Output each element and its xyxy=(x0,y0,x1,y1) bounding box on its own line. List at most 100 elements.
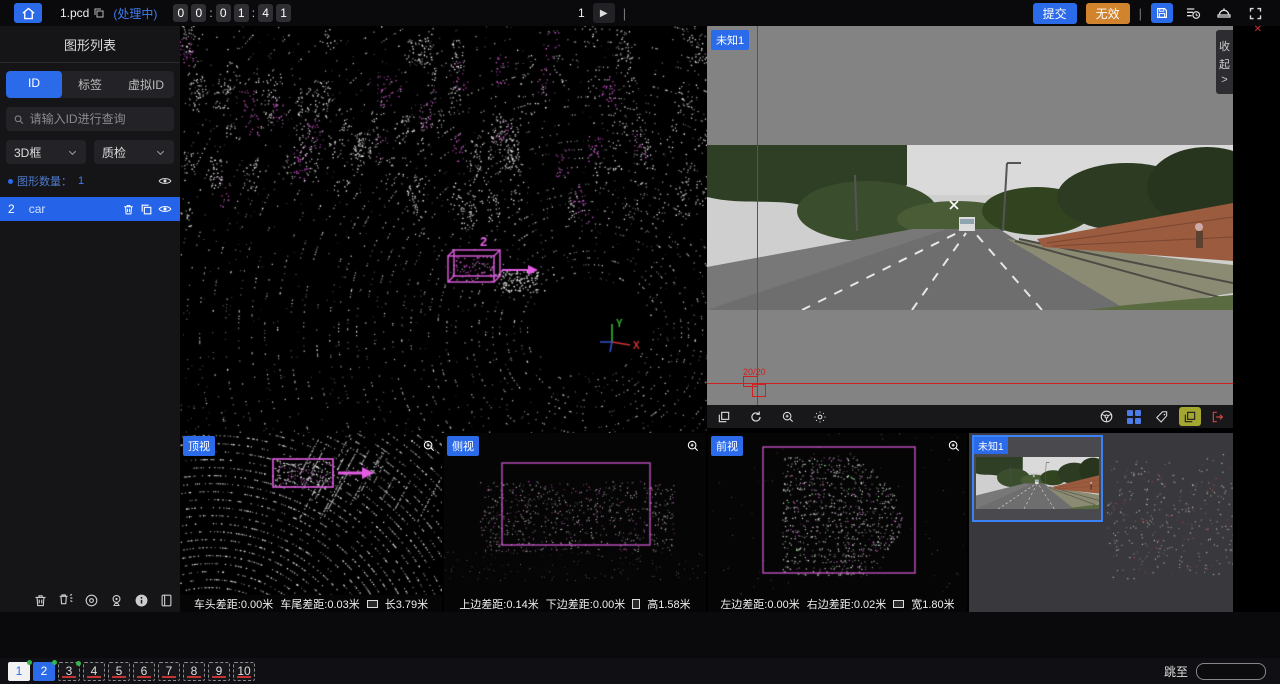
length-rect-icon xyxy=(367,600,378,608)
save-icon xyxy=(1155,6,1169,20)
thumbnail-photo xyxy=(976,457,1099,509)
tag-icon xyxy=(1155,410,1169,424)
journal-icon[interactable] xyxy=(159,593,174,608)
zoom-in-button[interactable] xyxy=(777,407,799,426)
info-icon[interactable] xyxy=(134,593,149,608)
save-button[interactable] xyxy=(1151,3,1173,23)
duplicate-icon[interactable] xyxy=(140,203,153,216)
webcam-icon[interactable] xyxy=(109,593,124,608)
separator: | xyxy=(623,6,626,21)
batch-delete-icon[interactable] xyxy=(58,592,74,608)
shape-list-title: 图形列表 xyxy=(0,26,180,63)
tab-virtual-id[interactable]: 虚拟ID xyxy=(118,71,174,98)
play-icon: ▶ xyxy=(600,8,608,19)
front-view-measurements: 左边差距:0.00米 右边差距:0.02米 宽1.80米 xyxy=(708,595,967,612)
collapse-panel-button[interactable]: 收 起 > xyxy=(1216,30,1233,94)
zoom-in-icon xyxy=(781,410,795,424)
shape-type-select[interactable]: 3D框 xyxy=(6,140,86,164)
task-list-button[interactable] xyxy=(1182,3,1204,23)
top-view-badge: 顶视 xyxy=(183,436,215,456)
measure-right-gap: 右边差距:0.02米 xyxy=(807,596,886,612)
front-view-panel[interactable]: 前视 左边差距:0.00米 右边差距:0.02米 宽1.80米 xyxy=(708,433,967,612)
chevron-down-icon xyxy=(67,147,78,158)
close-icon[interactable]: ✕ xyxy=(1254,24,1262,35)
id-search-box[interactable] xyxy=(6,107,174,131)
timer-digit: 4 xyxy=(258,4,273,22)
invalid-button[interactable]: 无效 xyxy=(1086,3,1130,24)
front-view-badge: 前视 xyxy=(711,436,743,456)
side-view-badge: 侧视 xyxy=(447,436,479,456)
camera-toolbar xyxy=(707,405,1233,428)
steering-button[interactable] xyxy=(1095,407,1117,426)
shape-list-item-selected[interactable]: 2 car xyxy=(0,197,180,221)
refresh-button[interactable] xyxy=(745,407,767,426)
top-view-panel[interactable]: 顶视 车头差距:0.00米 车尾差距:0.03米 长3.79米 xyxy=(180,433,442,612)
bullet-dot xyxy=(8,179,13,184)
copy-filename-icon[interactable] xyxy=(93,4,105,22)
camera-thumbnail-selected[interactable]: 未知1 xyxy=(972,435,1103,522)
zoom-in-icon[interactable] xyxy=(686,437,700,455)
sidebar-filters: 3D框 质检 xyxy=(6,140,174,164)
jump-input[interactable] xyxy=(1196,663,1266,680)
measure-tail-gap: 车尾差距:0.03米 xyxy=(280,596,359,612)
sidebar-bottom-tools xyxy=(33,592,174,608)
measure-bottom-gap: 下边差距:0.00米 xyxy=(546,596,625,612)
page-item-7[interactable]: 7 xyxy=(158,662,180,681)
file-name: 1.pcd xyxy=(60,6,89,20)
helmet-button[interactable] xyxy=(1213,3,1235,23)
timer-digit: 1 xyxy=(234,4,249,22)
page-item-2[interactable]: 2 xyxy=(33,662,55,681)
separator: | xyxy=(1139,6,1142,21)
page-item-9[interactable]: 9 xyxy=(208,662,230,681)
point-cloud-3d-view[interactable] xyxy=(180,26,707,433)
tab-label[interactable]: 标签 xyxy=(62,71,118,98)
timer: 0 0 : 0 1 : 4 1 xyxy=(173,4,291,22)
page-item-1[interactable]: 1 xyxy=(8,662,30,681)
shape-count-row: 图形数量： 1 xyxy=(8,173,172,189)
file-status: (处理中) xyxy=(113,5,157,22)
timer-digit: 0 xyxy=(173,4,188,22)
measure-left-gap: 左边差距:0.00米 xyxy=(720,596,799,612)
side-view-panel[interactable]: 侧视 上边差距:0.14米 下边差距:0.00米 高1.58米 xyxy=(444,433,706,612)
bottom-toolbar: ↶ ↷ 0 ••• « ‹ › » ? 2 3D 未. xyxy=(0,612,1280,658)
layers-icon xyxy=(717,410,731,424)
page-item-5[interactable]: 5 xyxy=(108,662,130,681)
qc-select[interactable]: 质检 xyxy=(94,140,174,164)
timer-digit: 1 xyxy=(276,4,291,22)
delete-icon[interactable] xyxy=(33,593,48,608)
target-icon[interactable] xyxy=(84,593,99,608)
crosshair-vertical xyxy=(757,26,758,405)
tab-id[interactable]: ID xyxy=(6,71,62,98)
submit-button[interactable]: 提交 xyxy=(1033,3,1077,24)
grid-view-button[interactable] xyxy=(1123,407,1145,426)
overlay-toggle-button-active[interactable] xyxy=(1179,407,1201,426)
crosshair-box xyxy=(752,384,766,397)
page-item-8[interactable]: 8 xyxy=(183,662,205,681)
fullscreen-button[interactable] xyxy=(1244,3,1266,23)
delete-icon[interactable] xyxy=(122,203,135,216)
camera-panel[interactable]: 未知1 20/20 xyxy=(707,26,1233,405)
search-input[interactable] xyxy=(30,112,167,126)
zoom-in-icon[interactable] xyxy=(422,437,436,455)
page-item-6[interactable]: 6 xyxy=(133,662,155,681)
layers-button[interactable] xyxy=(713,407,735,426)
shape-count-value: 1 xyxy=(78,175,84,187)
settings-button[interactable] xyxy=(809,407,831,426)
measure-head-gap: 车头差距:0.00米 xyxy=(194,596,273,612)
home-button[interactable] xyxy=(14,3,42,23)
exit-view-button[interactable] xyxy=(1207,407,1229,426)
toggle-all-visibility-icon[interactable] xyxy=(158,174,172,188)
zoom-in-icon[interactable] xyxy=(947,437,961,455)
top-bar: 1.pcd (处理中) 0 0 : 0 1 : 4 1 1 ▶ | 提交 无效 … xyxy=(0,0,1280,26)
jump-to: 跳至 xyxy=(1164,663,1266,680)
page-item-10[interactable]: 10 xyxy=(233,662,255,681)
page-item-3[interactable]: 3 xyxy=(58,662,80,681)
play-button[interactable]: ▶ xyxy=(593,3,615,23)
tag-button[interactable] xyxy=(1151,407,1173,426)
page-item-4[interactable]: 4 xyxy=(83,662,105,681)
layers-icon xyxy=(1183,410,1197,424)
exit-icon xyxy=(1211,410,1225,424)
grid-icon xyxy=(1127,410,1141,424)
visibility-icon[interactable] xyxy=(158,202,172,216)
shape-type-value: 3D框 xyxy=(14,144,41,161)
